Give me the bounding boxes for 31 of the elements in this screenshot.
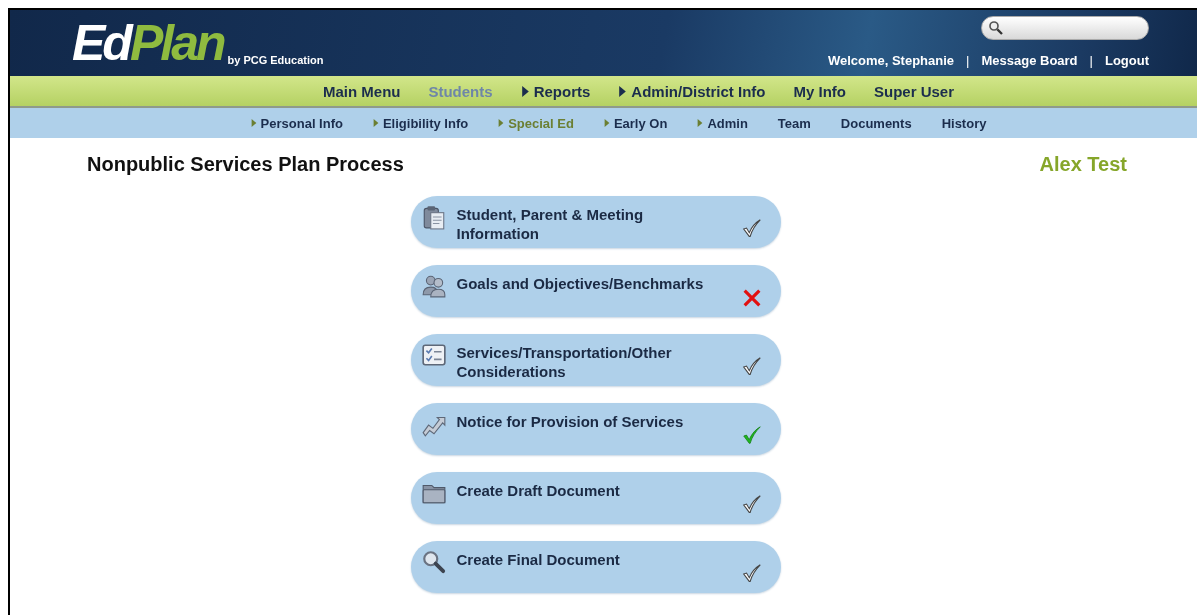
nav-link[interactable]: Personal Info (250, 115, 343, 131)
separator: | (1089, 53, 1093, 68)
student-name: Alex Test (1039, 153, 1127, 176)
step-button[interactable]: Notice for Provision of Services (410, 403, 781, 455)
step-button[interactable]: Student, Parent & Meeting Information (410, 196, 781, 248)
step-button[interactable]: Goals and Objectives/Benchmarks (410, 265, 781, 317)
nav-link[interactable]: Eligibility Info (372, 115, 469, 131)
nav-link[interactable]: Team (777, 115, 811, 131)
welcome-text: Welcome, Stephanie (827, 53, 955, 68)
search-icon (420, 549, 447, 575)
header-link[interactable]: Message Board (981, 53, 1078, 68)
step-button[interactable]: Create Final Document (410, 541, 781, 593)
header-link[interactable]: Logout (1104, 53, 1149, 68)
nav-link[interactable]: History (941, 115, 987, 131)
people-icon (420, 273, 447, 299)
step-button[interactable]: Create Draft Document (410, 472, 781, 524)
nav-link[interactable]: Admin/District Info (618, 82, 766, 100)
search-field[interactable] (981, 16, 1149, 40)
nav-link[interactable]: My Info (793, 82, 846, 100)
nav-link[interactable]: Admin (697, 115, 748, 131)
search-icon (988, 20, 1004, 36)
nav-link[interactable]: Super User (874, 82, 955, 100)
checklist-icon (420, 342, 447, 368)
step-button[interactable]: Services/Transportation/Other Considerations (410, 334, 781, 386)
nav-link[interactable]: Documents (840, 115, 912, 131)
nav-link[interactable]: Reports (520, 82, 591, 100)
separator: | (966, 53, 970, 68)
logo: EdPlan by PCG Education (72, 14, 324, 73)
nav-link[interactable]: Main Menu (322, 82, 401, 100)
page-title: Nonpublic Services Plan Process (87, 153, 404, 176)
nav-link[interactable]: Early On (603, 115, 668, 131)
